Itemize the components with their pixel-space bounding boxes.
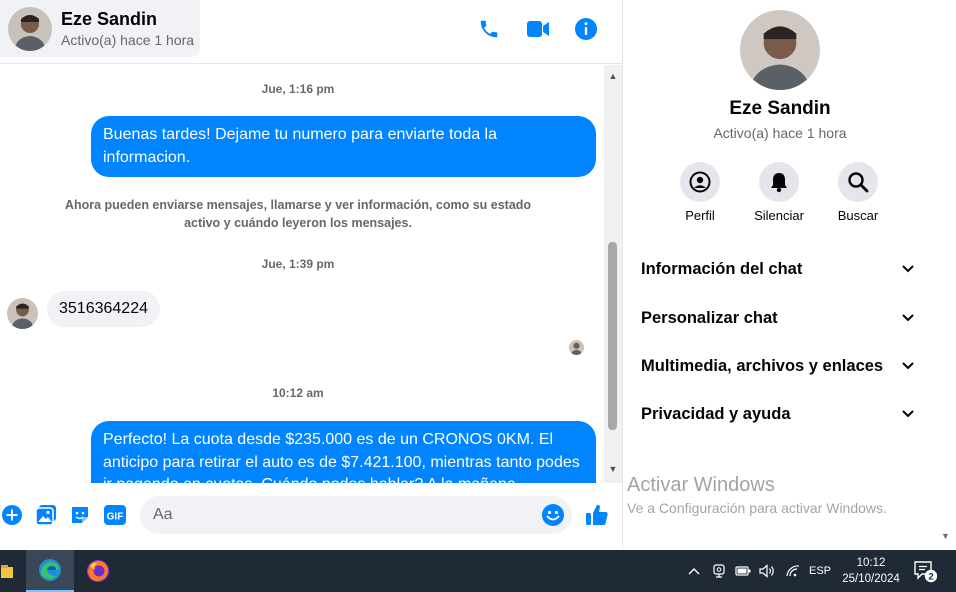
- chevron-down-icon: [902, 410, 914, 418]
- scroll-up-arrow-icon[interactable]: ▲: [608, 71, 618, 81]
- meet-now-icon[interactable]: [710, 550, 728, 592]
- section-label: Información del chat: [641, 259, 803, 278]
- chevron-up-icon[interactable]: [686, 550, 702, 592]
- sticker-icon[interactable]: [68, 503, 92, 527]
- like-icon[interactable]: [584, 503, 610, 527]
- avatar: [8, 7, 52, 51]
- section-privacy-help[interactable]: Privacidad y ayuda: [629, 394, 927, 434]
- read-receipt-avatar: [569, 340, 584, 355]
- file-explorer-icon[interactable]: [0, 550, 14, 592]
- profile-label: Perfil: [685, 208, 715, 223]
- incoming-message[interactable]: 3516364224: [47, 291, 160, 327]
- timestamp: Jue, 1:39 pm: [261, 257, 335, 271]
- photo-icon[interactable]: [34, 503, 58, 527]
- chat-scrollbar[interactable]: ▲ ▼: [604, 65, 622, 483]
- mute-button[interactable]: Silenciar: [739, 162, 819, 223]
- conversation-info-panel: Eze Sandin Activo(a) hace 1 hora Perfil …: [622, 0, 956, 548]
- clock[interactable]: 10:12 25/10/2024: [834, 555, 908, 587]
- firefox-icon[interactable]: [76, 550, 120, 592]
- wifi-icon[interactable]: [783, 550, 803, 592]
- section-label: Personalizar chat: [641, 308, 778, 327]
- connection-notice: Ahora pueden enviarse mensajes, llamarse…: [64, 198, 532, 230]
- activate-windows-subtitle: Ve a Configuración para activar Windows.: [627, 500, 887, 516]
- contact-status: Activo(a) hace 1 hora: [61, 32, 195, 48]
- section-label: Privacidad y ayuda: [641, 404, 791, 423]
- message-input[interactable]: [140, 496, 572, 534]
- chevron-down-icon: [902, 314, 914, 322]
- chat-pane: Eze Sandin Activo(a) hace 1 hora Jue, 1:…: [0, 0, 622, 548]
- section-label: Multimedia, archivos y enlaces: [641, 356, 884, 375]
- clock-time: 10:12: [856, 557, 886, 569]
- language-indicator[interactable]: ESP: [807, 550, 833, 592]
- windows-taskbar: ESP 10:12 25/10/2024 2: [0, 550, 956, 592]
- profile-status: Activo(a) hace 1 hora: [713, 125, 847, 141]
- info-icon[interactable]: [573, 16, 599, 42]
- outgoing-message[interactable]: Perfecto! La cuota desde $235.000 es de …: [91, 421, 596, 483]
- search-label: Buscar: [837, 208, 879, 223]
- contact-avatar: [7, 298, 38, 329]
- chevron-down-icon: [902, 265, 914, 273]
- scroll-thumb[interactable]: [608, 242, 617, 430]
- battery-icon[interactable]: [733, 550, 753, 592]
- gif-icon[interactable]: GIF: [102, 503, 128, 527]
- volume-icon[interactable]: [757, 550, 777, 592]
- activate-windows-title: Activar Windows: [627, 474, 775, 496]
- scroll-down-arrow-icon[interactable]: ▼: [941, 531, 950, 541]
- section-media-files-links[interactable]: Multimedia, archivos y enlaces: [629, 346, 927, 386]
- profile-name: Eze Sandin: [729, 98, 831, 119]
- clock-date: 25/10/2024: [842, 573, 900, 585]
- message-list[interactable]: Jue, 1:16 pm Buenas tardes! Dejame tu nu…: [0, 65, 604, 483]
- profile-avatar: [740, 10, 820, 90]
- emoji-icon[interactable]: [541, 503, 565, 527]
- section-customize-chat[interactable]: Personalizar chat: [629, 298, 927, 338]
- gif-label: GIF: [107, 512, 124, 523]
- bell-icon: [759, 162, 799, 202]
- mute-label: Silenciar: [754, 208, 804, 223]
- profile-button[interactable]: Perfil: [660, 162, 740, 223]
- composer: GIF: [0, 490, 622, 542]
- search-button[interactable]: Buscar: [818, 162, 898, 223]
- contact-header-button[interactable]: Eze Sandin Activo(a) hace 1 hora: [0, 0, 200, 57]
- chat-header: Eze Sandin Activo(a) hace 1 hora: [0, 0, 622, 64]
- timestamp: Jue, 1:16 pm: [261, 82, 335, 96]
- search-icon: [838, 162, 878, 202]
- contact-name: Eze Sandin: [61, 9, 158, 29]
- timestamp: 10:12 am: [272, 386, 324, 400]
- video-call-icon[interactable]: [525, 16, 551, 42]
- notification-count: 2: [928, 572, 933, 583]
- chevron-down-icon: [902, 362, 914, 370]
- phone-icon[interactable]: [476, 16, 502, 42]
- section-chat-info[interactable]: Información del chat: [629, 249, 927, 289]
- notification-center-icon[interactable]: 2: [910, 550, 940, 592]
- outgoing-message[interactable]: Buenas tardes! Dejame tu numero para env…: [91, 116, 596, 177]
- profile-icon: [680, 162, 720, 202]
- add-icon[interactable]: [0, 503, 24, 527]
- edge-icon[interactable]: [26, 550, 74, 592]
- scroll-down-arrow-icon[interactable]: ▼: [608, 464, 618, 474]
